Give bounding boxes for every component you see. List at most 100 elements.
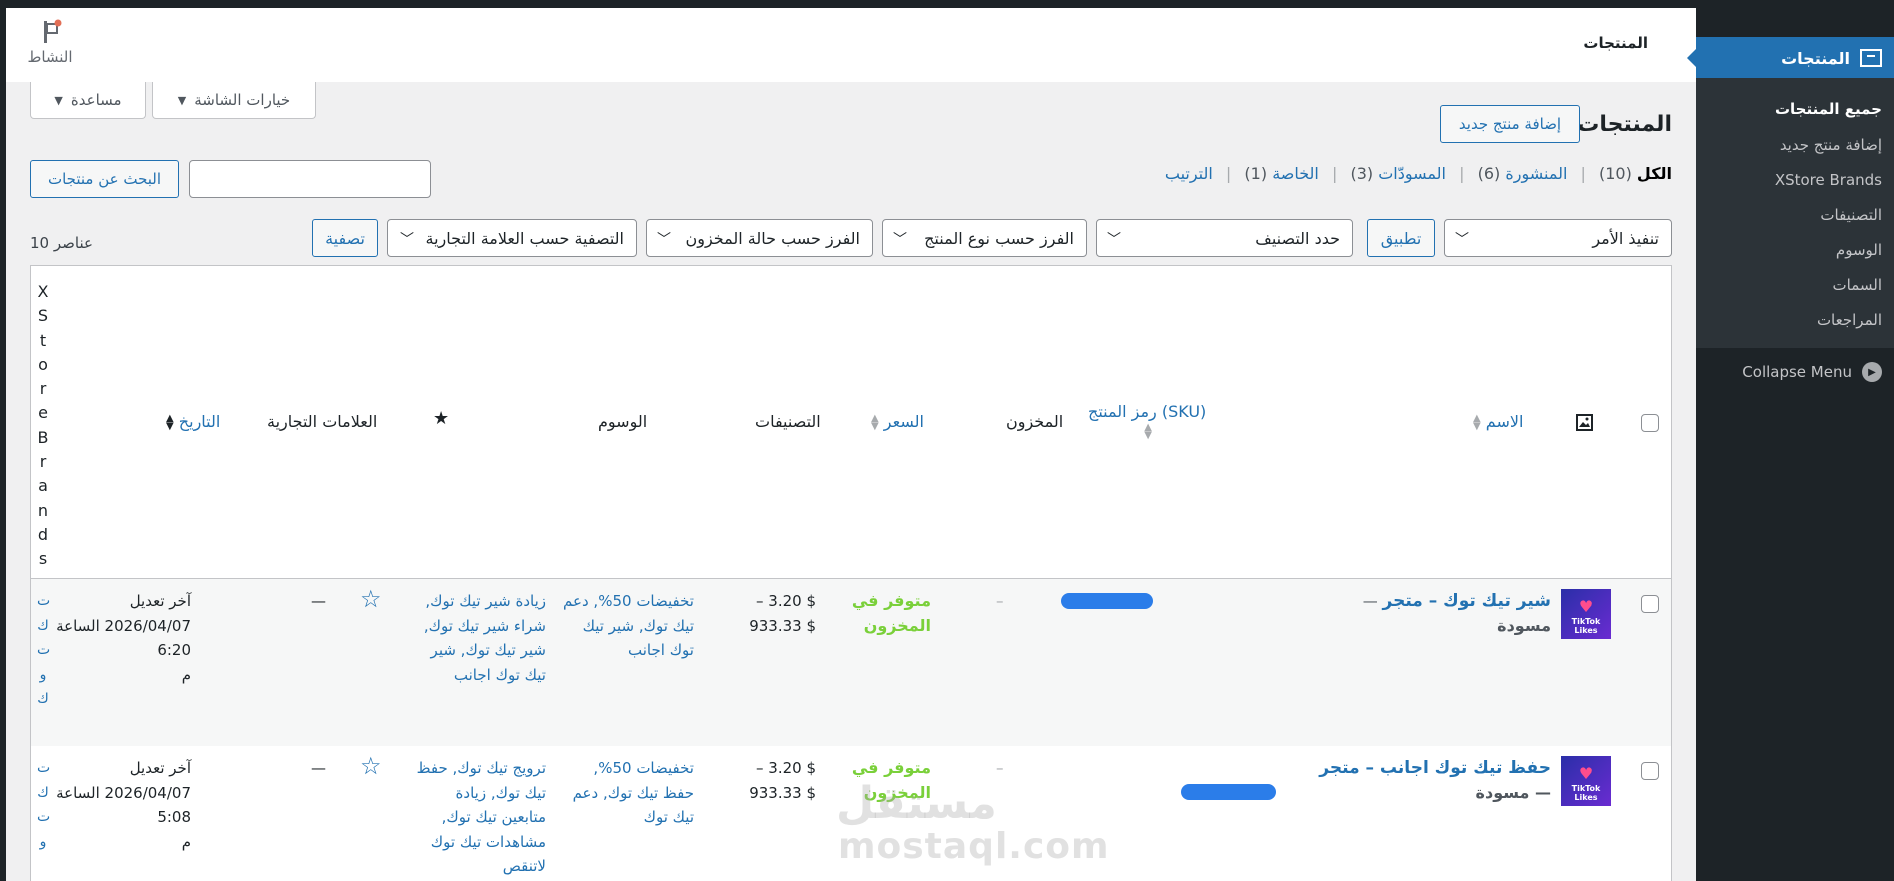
price-cell: $ 3.20 – $ 933.33 bbox=[716, 756, 816, 805]
price-range-start: $ 3.20 – bbox=[756, 759, 816, 777]
column-price[interactable]: ▲ ▼ السعر bbox=[869, 412, 924, 431]
screen-options-tab[interactable]: ▼ خيارات الشاشة bbox=[152, 82, 316, 119]
help-label: مساعدة bbox=[70, 91, 122, 109]
featured-star-icon[interactable]: ☆ bbox=[360, 585, 382, 613]
sidebar-item-xstore-brands[interactable]: XStore Brands bbox=[1775, 171, 1882, 189]
sidebar-submenu: جميع المنتجات إضافة منتج جديد XStore Bra… bbox=[1696, 78, 1894, 348]
filter-button[interactable]: تصفية bbox=[312, 219, 378, 257]
categories-cell[interactable]: تخفيضات 50%, دعم تيك توك, شير تيك توك اج… bbox=[561, 589, 694, 663]
column-stock: المخزون bbox=[1006, 412, 1064, 431]
price-cell: $ 3.20 – $ 933.33 bbox=[716, 589, 816, 638]
column-price-label[interactable]: السعر bbox=[884, 412, 924, 431]
chevron-down-icon: ﹀ bbox=[1455, 232, 1469, 248]
date-suffix: م bbox=[181, 832, 191, 851]
row-checkbox[interactable] bbox=[1641, 762, 1659, 780]
search-input[interactable] bbox=[189, 160, 431, 198]
items-count: 10 عناصر bbox=[30, 234, 93, 252]
categories-cell[interactable]: تخفيضات 50%, حفظ تيك توك, دعم تيك توك bbox=[561, 756, 694, 830]
view-private-link[interactable]: الخاصة bbox=[1272, 164, 1319, 183]
product-thumbnail[interactable]: ♥ TikTok Likes bbox=[1561, 589, 1611, 639]
sidebar-item-products[interactable]: المنتجات bbox=[1687, 37, 1894, 79]
column-date[interactable]: ▲ ▼ التاريخ bbox=[164, 412, 220, 431]
sidebar-item-all-products[interactable]: جميع المنتجات bbox=[1775, 100, 1882, 118]
brand-filter-select[interactable]: التصفية حسب العلامة التجارية ﹀ bbox=[387, 219, 637, 257]
featured-star-icon[interactable]: ☆ bbox=[360, 752, 382, 780]
archive-icon bbox=[1860, 49, 1882, 67]
separator: | bbox=[1580, 164, 1586, 183]
thumbnail-text: TikTok Likes bbox=[1571, 784, 1601, 802]
stock-status: متوفر في المخزون bbox=[821, 589, 931, 638]
watermark-arabic: مستقل bbox=[836, 778, 997, 829]
brands-cell: — bbox=[311, 592, 326, 610]
row-checkbox[interactable] bbox=[1641, 595, 1659, 613]
brand-filter-value: التصفية حسب العلامة التجارية bbox=[425, 228, 625, 248]
top-strip bbox=[0, 0, 1894, 8]
view-all-count: (10) bbox=[1598, 164, 1632, 183]
view-drafts-link[interactable]: المسودّات bbox=[1378, 164, 1446, 183]
star-icon: ★ bbox=[433, 408, 450, 429]
category-filter-value: حدد التصنيف bbox=[1255, 228, 1340, 248]
stock-status-select[interactable]: الفرز حسب حالة المخزون ﹀ bbox=[646, 219, 873, 257]
collapse-menu-button[interactable]: Collapse Menu ▶ bbox=[1742, 362, 1882, 382]
view-published-link[interactable]: المنشورة bbox=[1505, 164, 1567, 183]
sidebar-item-attributes[interactable]: السمات bbox=[1833, 276, 1882, 294]
chevron-down-icon: ﹀ bbox=[1107, 232, 1121, 248]
help-tab[interactable]: ▼ مساعدة bbox=[30, 82, 146, 119]
brands-cell: — bbox=[311, 759, 326, 777]
product-name-link[interactable]: شير تيك توك – متجر bbox=[1383, 591, 1551, 611]
caret-down-icon: ▼ bbox=[177, 93, 187, 107]
redaction-scribble bbox=[1061, 593, 1153, 609]
date-cell: آخر تعديل 2026/04/07 الساعة 5:08 م bbox=[51, 756, 191, 854]
separator: | bbox=[1331, 164, 1338, 183]
product-status: مسودة bbox=[1497, 615, 1551, 635]
play-icon: ▶ bbox=[1862, 362, 1882, 382]
xstore-brand-link[interactable]: تكتو bbox=[37, 756, 50, 854]
product-type-value: الفرز حسب نوع المنتج bbox=[924, 228, 1074, 248]
table-row: ♥ TikTok Likes شير تيك توك – متجر — مسود… bbox=[31, 579, 1671, 746]
price-range-end: $ 933.33 bbox=[749, 616, 816, 635]
column-name[interactable]: ▲ ▼ الاسم bbox=[1471, 412, 1523, 431]
product-name-link[interactable]: حفظ تيك توك اجانب – متجر bbox=[1319, 758, 1551, 778]
apply-button[interactable]: تطبيق bbox=[1367, 219, 1435, 257]
view-all-link[interactable]: الكل bbox=[1637, 164, 1672, 183]
tags-cell[interactable]: زيادة شير تيك توك, شراء شير تيك توك, شير… bbox=[411, 589, 546, 687]
product-type-select[interactable]: الفرز حسب نوع المنتج ﹀ bbox=[882, 219, 1087, 257]
column-tags: الوسوم bbox=[598, 412, 648, 431]
sidebar-item-categories[interactable]: التصنيفات bbox=[1820, 206, 1882, 224]
activity-button[interactable]: النشاط bbox=[14, 18, 86, 66]
sidebar-item-label: المنتجات bbox=[1781, 48, 1850, 68]
sidebar-item-add-new[interactable]: إضافة منتج جديد bbox=[1780, 136, 1882, 154]
select-all-checkbox[interactable] bbox=[1641, 414, 1659, 432]
tags-cell[interactable]: ترويج تيك توك, حفظ تيك توك, زيادة متابعي… bbox=[411, 756, 546, 879]
view-sorting-link[interactable]: الترتيب bbox=[1165, 164, 1213, 183]
column-sku[interactable]: رمز المنتج (SKU) ▲ ▼ bbox=[1088, 402, 1206, 440]
add-new-product-button[interactable]: إضافة منتج جديد bbox=[1440, 105, 1580, 143]
date-label: آخر تعديل bbox=[129, 759, 191, 777]
column-name-label[interactable]: الاسم bbox=[1486, 412, 1524, 431]
price-range-start: $ 3.20 – bbox=[756, 592, 816, 610]
main-content: المنتجات النشاط ▼ خيارات الشاشة ▼ مساعدة… bbox=[6, 8, 1696, 881]
separator: | bbox=[1459, 164, 1465, 183]
column-date-label[interactable]: التاريخ bbox=[179, 412, 221, 431]
redaction-scribble bbox=[1181, 784, 1276, 800]
table-header: ▲ ▼ الاسم رمز المنتج (SKU) ▲ ▼ المخزون ▲ ▼ … bbox=[31, 266, 1671, 579]
bulk-action-select[interactable]: تنفيذ الأمر ﹀ bbox=[1444, 219, 1672, 257]
column-sku-label[interactable]: رمز المنتج (SKU) bbox=[1088, 402, 1206, 421]
sort-icon: ▲ ▼ bbox=[871, 412, 879, 432]
product-thumbnail[interactable]: ♥ TikTok Likes bbox=[1561, 756, 1611, 806]
sort-icon: ▲ ▼ bbox=[1473, 412, 1481, 432]
dash: — bbox=[1362, 592, 1378, 610]
admin-sidebar: المنتجات جميع المنتجات إضافة منتج جديد X… bbox=[1687, 8, 1894, 881]
date-label: آخر تعديل bbox=[129, 592, 191, 610]
activity-label: النشاط bbox=[27, 48, 73, 66]
sidebar-item-tags[interactable]: الوسوم bbox=[1836, 241, 1882, 259]
search-products-button[interactable]: البحث عن منتجات bbox=[30, 160, 179, 198]
caret-down-icon: ▼ bbox=[54, 93, 63, 107]
header-bar: المنتجات النشاط bbox=[6, 8, 1696, 82]
date-cell: آخر تعديل 2026/04/07 الساعة 6:20 م bbox=[51, 589, 191, 687]
category-filter-select[interactable]: حدد التصنيف ﹀ bbox=[1096, 219, 1353, 257]
price-range-end: $ 933.33 bbox=[749, 783, 816, 802]
date-value: 2026/04/07 الساعة 5:08 bbox=[56, 783, 191, 827]
xstore-brand-link[interactable]: تكتوك bbox=[37, 589, 50, 712]
sidebar-item-reviews[interactable]: المراجعات bbox=[1817, 311, 1882, 329]
